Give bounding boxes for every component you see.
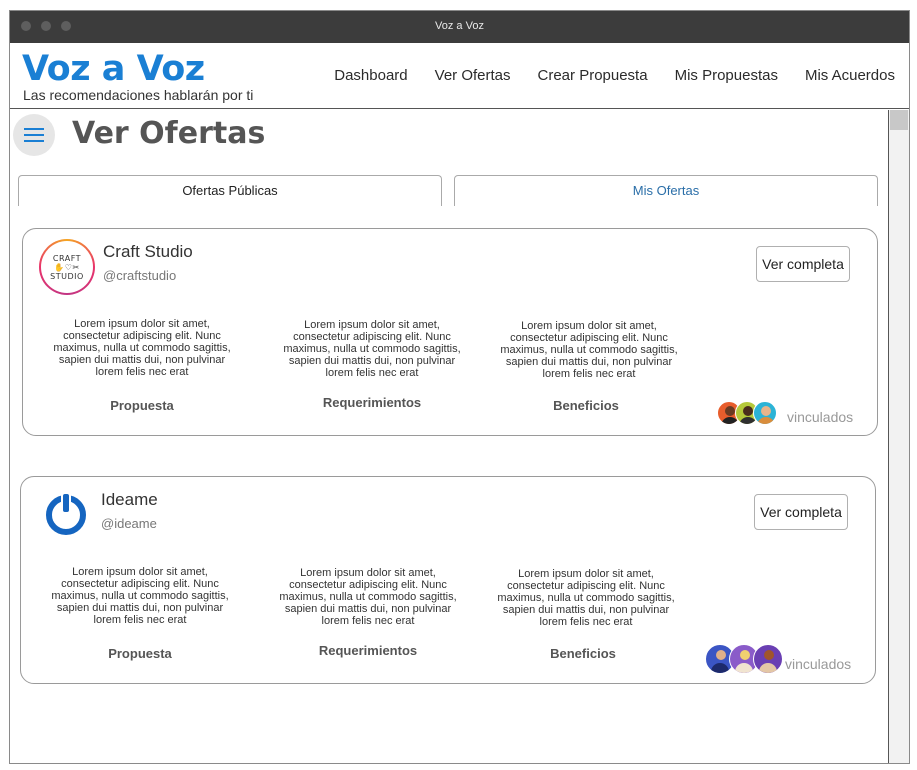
hamburger-icon-line [24, 140, 44, 142]
hamburger-icon-line [24, 134, 44, 136]
offer-card: Ideame @ideame Ver completa Lorem ipsum … [20, 476, 876, 684]
craft-studio-logo: CRAFT ✋♡✂ STUDIO [39, 239, 95, 295]
propuesta-label: Propuesta [110, 398, 174, 413]
avatar [753, 401, 777, 425]
brand-logo[interactable]: Voz a Voz [22, 49, 205, 89]
propuesta-text: Lorem ipsum dolor sit amet, consectetur … [51, 566, 229, 626]
logo-text: STUDIO [50, 271, 84, 281]
beneficios-text: Lorem ipsum dolor sit amet, consectetur … [497, 568, 675, 628]
requerimientos-label: Requerimientos [318, 643, 418, 658]
avatar [753, 644, 783, 674]
linked-avatars[interactable] [717, 401, 777, 425]
site-header: Voz a Voz Las recomendaciones hablarán p… [10, 43, 909, 109]
ver-completa-button[interactable]: Ver completa [754, 494, 848, 530]
logo-symbols: ✋♡✂ [54, 262, 80, 272]
nav-ver-ofertas[interactable]: Ver Ofertas [435, 67, 511, 84]
beneficios-text: Lorem ipsum dolor sit amet, consectetur … [500, 320, 678, 380]
nav-dashboard[interactable]: Dashboard [334, 67, 407, 84]
vertical-scrollbar[interactable] [888, 110, 909, 763]
power-icon [46, 491, 86, 535]
vinculados-label: vinculados [785, 656, 852, 672]
nav-mis-propuestas[interactable]: Mis Propuestas [675, 67, 778, 84]
linked-avatars[interactable] [705, 644, 783, 674]
propuesta-text: Lorem ipsum dolor sit amet, consectetur … [53, 318, 231, 378]
scrollbar-thumb[interactable] [890, 110, 908, 130]
nav-mis-acuerdos[interactable]: Mis Acuerdos [805, 67, 895, 84]
main-content: Ver Ofertas Ofertas Públicas Mis Ofertas… [10, 110, 888, 763]
org-handle: @ideame [101, 516, 157, 531]
nav-crear-propuesta[interactable]: Crear Propuesta [538, 67, 648, 84]
app-window: Voz a Voz Voz a Voz Las recomendaciones … [9, 10, 910, 764]
beneficios-label: Beneficios [550, 646, 616, 661]
tab-ofertas-publicas[interactable]: Ofertas Públicas [18, 175, 442, 206]
propuesta-label: Propuesta [108, 646, 172, 661]
ver-completa-button[interactable]: Ver completa [756, 246, 850, 282]
window-title: Voz a Voz [435, 20, 484, 32]
org-name: Craft Studio [103, 242, 193, 261]
page-title: Ver Ofertas [72, 116, 266, 151]
requerimientos-text: Lorem ipsum dolor sit amet, consectetur … [279, 567, 457, 627]
requerimientos-label: Requerimientos [322, 395, 422, 410]
brand-tagline: Las recomendaciones hablarán por ti [23, 87, 254, 103]
org-name: Ideame [101, 490, 158, 509]
tab-mis-ofertas[interactable]: Mis Ofertas [454, 175, 878, 206]
offer-card: CRAFT ✋♡✂ STUDIO Craft Studio @craftstud… [22, 228, 878, 436]
vinculados-label: vinculados [787, 409, 854, 425]
title-bar: Voz a Voz [10, 11, 909, 43]
hamburger-icon [24, 128, 44, 130]
requerimientos-text: Lorem ipsum dolor sit amet, consectetur … [283, 319, 461, 379]
main-nav: Dashboard Ver Ofertas Crear Propuesta Mi… [307, 67, 895, 84]
menu-button[interactable] [13, 114, 55, 156]
beneficios-label: Beneficios [553, 398, 619, 413]
org-handle: @craftstudio [103, 268, 177, 283]
logo-text: CRAFT [52, 253, 82, 263]
